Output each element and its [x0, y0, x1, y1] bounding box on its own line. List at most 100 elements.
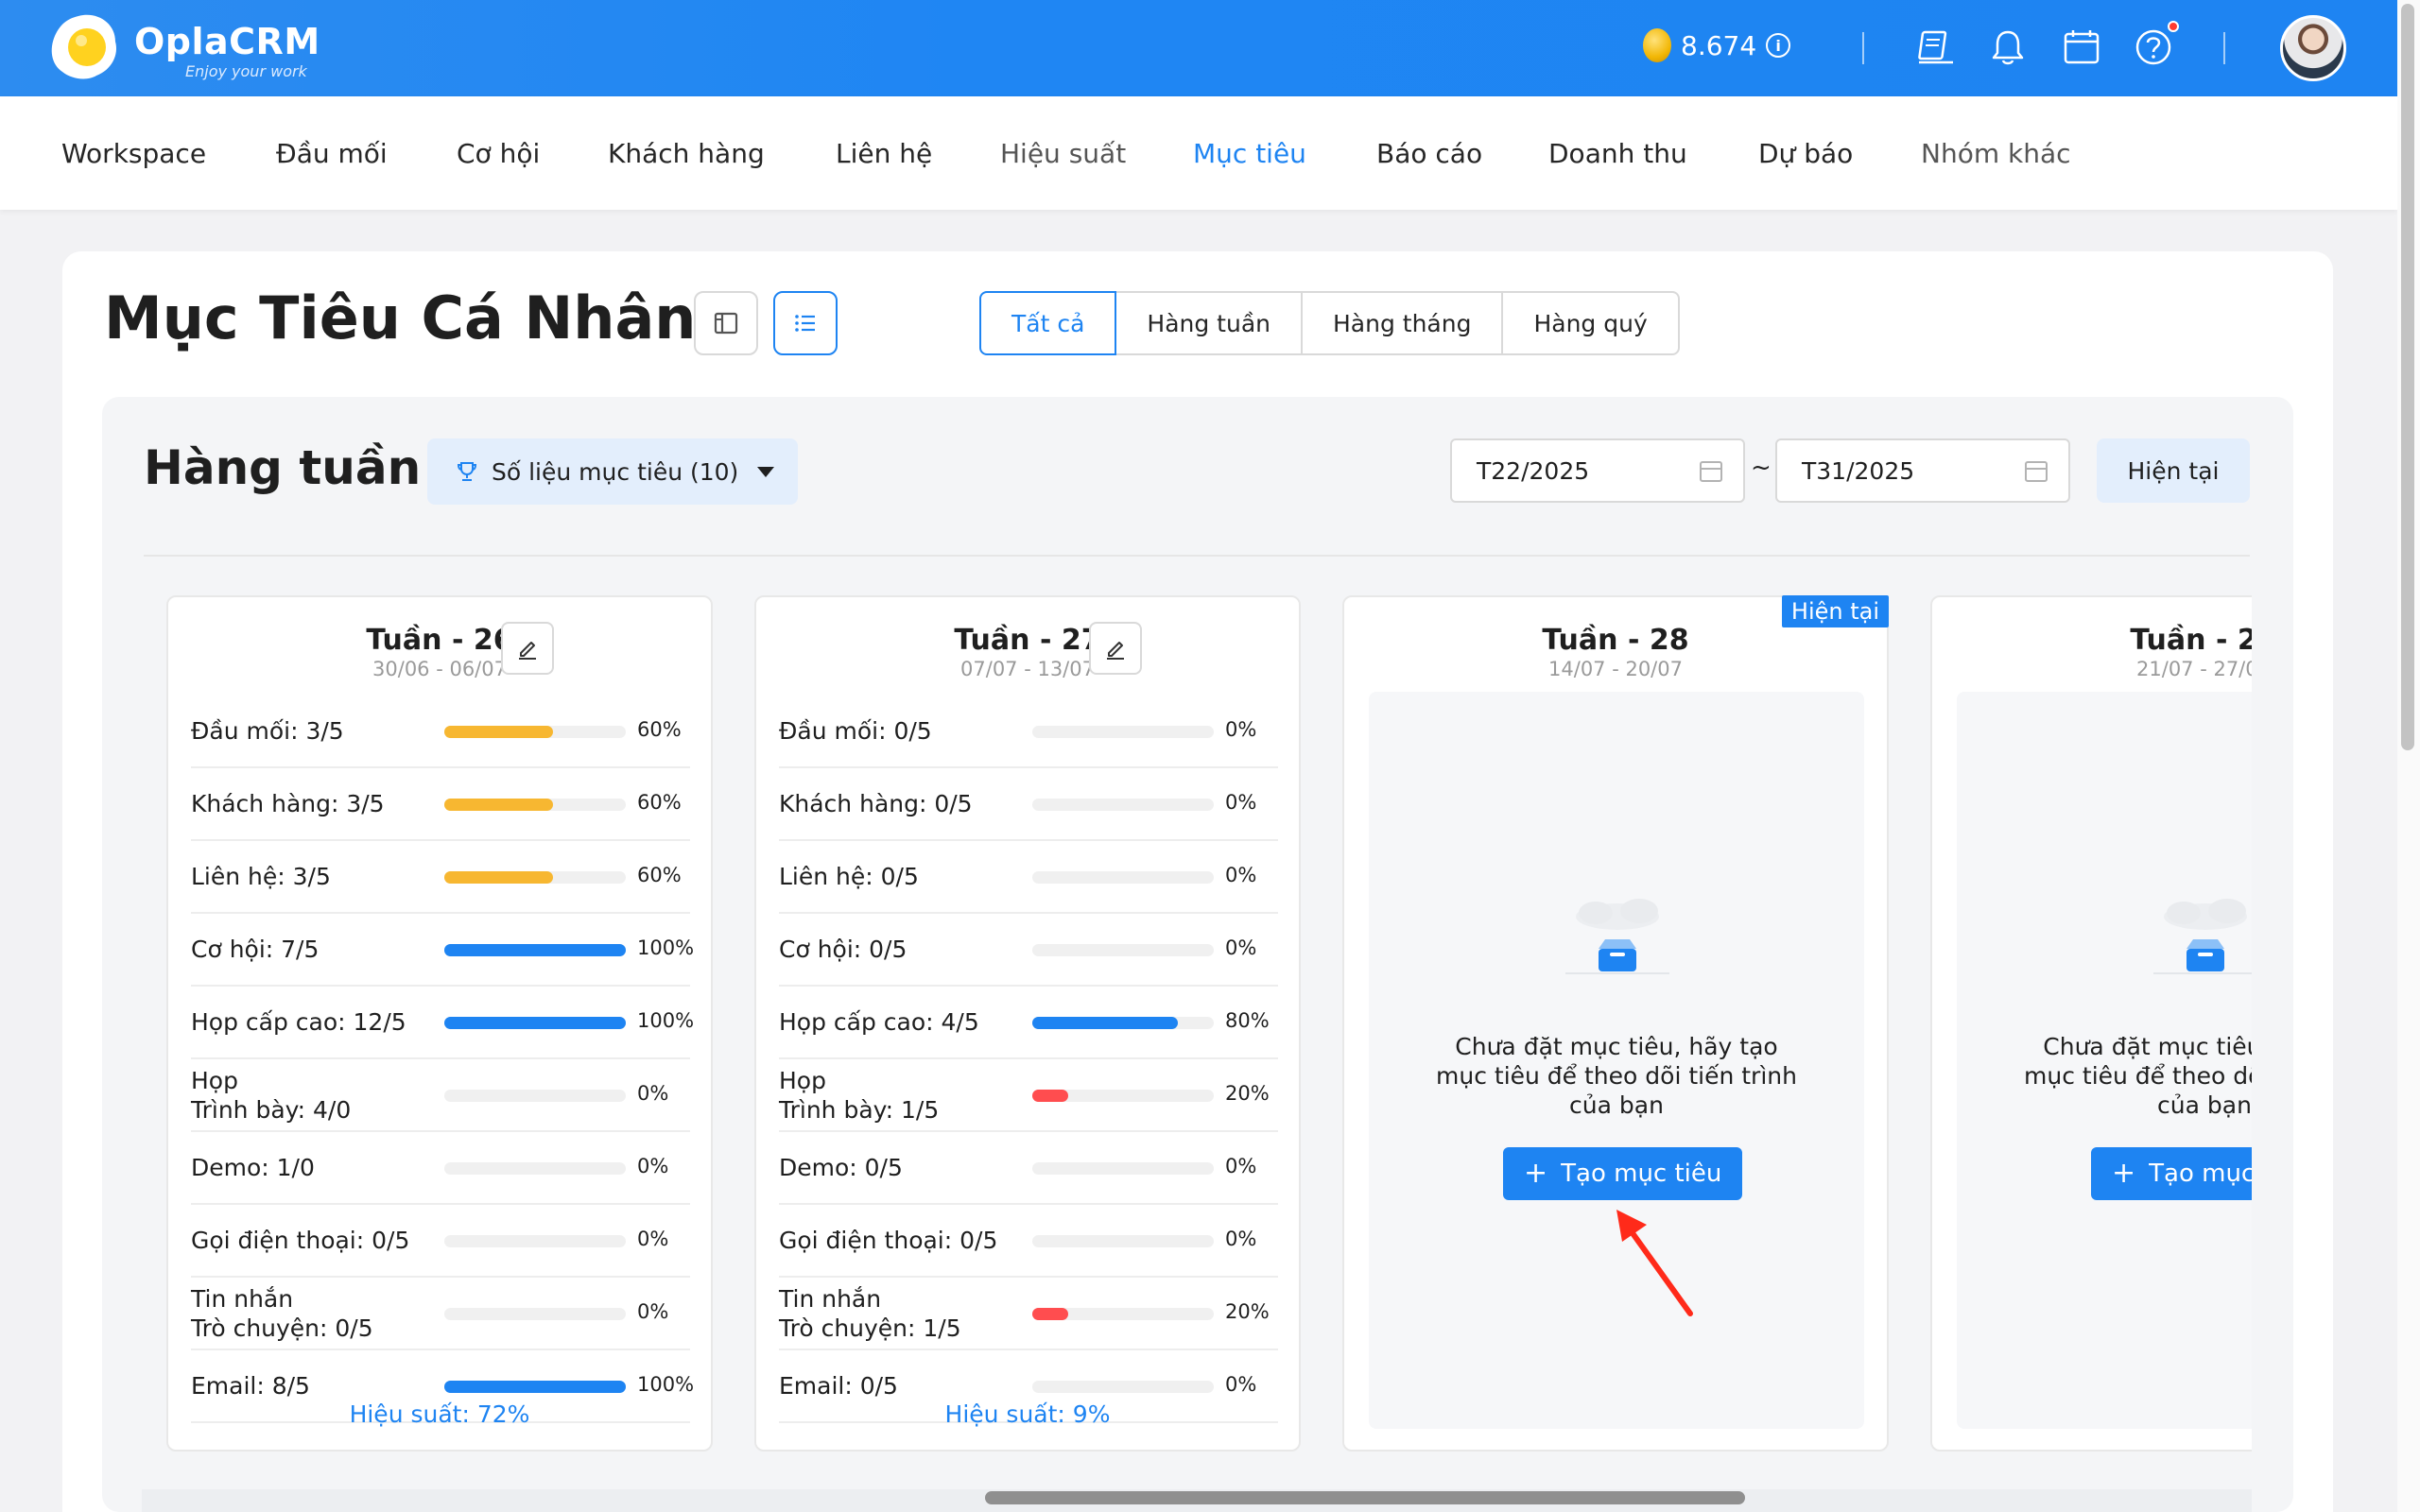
nav-nhom-khac[interactable]: Nhóm khác: [1921, 138, 2071, 169]
brand-name: OplaCRM: [134, 21, 320, 62]
progress-bar: [444, 1235, 626, 1247]
goal-label: Đầu mối: 3/5: [191, 717, 344, 745]
goal-percent: 0%: [637, 1082, 669, 1105]
tab-hang-quy[interactable]: Hàng quý: [1501, 291, 1680, 355]
goal-list: Đầu mối: 3/5 60% Khách hàng: 3/5 60% Liên hệ…: [191, 696, 694, 1423]
calendar-icon[interactable]: [2061, 26, 2102, 68]
progress-fill: [444, 1381, 626, 1393]
tab-tat-ca[interactable]: Tất cả: [979, 291, 1117, 355]
goal-percent: 0%: [1225, 936, 1257, 959]
create-goal-label: Tạo mục tiêu: [1561, 1160, 1722, 1188]
calendar-icon: [1700, 461, 1722, 482]
week-card-empty: Hiện tại Tuần - 28 14/07 - 20/07 Chưa đặ…: [1342, 595, 1889, 1452]
goal-label: Họp Trình bày: 1/5: [779, 1066, 940, 1124]
nav-hieu-suat[interactable]: Hiệu suất: [1000, 138, 1126, 169]
opla-logo-icon[interactable]: [45, 9, 121, 85]
goal-row: Họp cấp cao: 12/5 100%: [191, 987, 694, 1059]
coin-amount: 8.674: [1681, 29, 1757, 61]
create-goal-button[interactable]: + Tạo mục tiêu: [1503, 1147, 1743, 1200]
goal-row: Tin nhắn Trò chuyện: 0/5 0%: [191, 1278, 690, 1350]
goal-percent: 0%: [1225, 791, 1257, 814]
week-range: 07/07 - 13/07: [960, 658, 1095, 680]
week-cards-scroller[interactable]: Tuần - 26 30/06 - 06/07 Đầu mối: 3/5 60% K…: [142, 567, 2252, 1474]
week-card: Tuần - 26 30/06 - 06/07 Đầu mối: 3/5 60% K…: [166, 595, 713, 1452]
progress-fill: [444, 726, 554, 738]
edit-button[interactable]: [1089, 622, 1142, 675]
progress-bar: [444, 1381, 626, 1393]
progress-bar: [444, 871, 626, 884]
user-avatar[interactable]: [2280, 15, 2346, 81]
week-card-empty: Tuần - 29 21/07 - 27/07 Chưa đặt mục tiê…: [1930, 595, 2252, 1452]
date-to-input[interactable]: T31/2025: [1775, 438, 2070, 503]
goal-percent: 60%: [637, 791, 682, 814]
goal-label: Tin nhắn Trò chuyện: 0/5: [191, 1284, 373, 1342]
goal-row: Gọi điện thoại: 0/5 0%: [191, 1205, 690, 1278]
header-divider: [2223, 32, 2225, 64]
section-title: Hàng tuần: [144, 440, 422, 495]
bell-icon[interactable]: [1987, 26, 2029, 68]
notification-dot: [2168, 21, 2179, 32]
progress-bar: [444, 1017, 626, 1029]
nav-khach-hang[interactable]: Khách hàng: [608, 138, 765, 169]
date-from-input[interactable]: T22/2025: [1450, 438, 1745, 503]
tab-hang-tuan[interactable]: Hàng tuần: [1115, 291, 1303, 355]
current-period-button[interactable]: Hiện tại: [2097, 438, 2250, 503]
performance-summary: Hiệu suất: 9%: [944, 1400, 1111, 1428]
goal-percent: 100%: [637, 936, 695, 959]
nav-du-bao[interactable]: Dự báo: [1758, 138, 1853, 169]
nav-muc-tieu[interactable]: Mục tiêu: [1193, 138, 1306, 169]
date-separator: ~: [1751, 454, 1772, 482]
goal-row: Demo: 1/0 0%: [191, 1132, 690, 1205]
goal-label: Gọi điện thoại: 0/5: [191, 1227, 410, 1254]
goal-percent: 0%: [1225, 1155, 1257, 1177]
nav-lien-he[interactable]: Liên hệ: [836, 138, 932, 169]
goal-row: Cơ hội: 0/5 0%: [779, 914, 1278, 987]
empty-state: Chưa đặt mục tiêu, hãy tạo mục tiêu để t…: [1369, 692, 1864, 1429]
progress-bar: [1032, 1162, 1214, 1175]
chevron-down-icon: [757, 466, 775, 477]
edit-button[interactable]: [501, 622, 554, 675]
header-divider: [1862, 32, 1864, 64]
create-goal-button[interactable]: + Tạo mục tiêu: [2091, 1147, 2252, 1200]
report-icon[interactable]: [1915, 26, 1957, 68]
week-range: 14/07 - 20/07: [1548, 658, 1683, 680]
nav-doanh-thu[interactable]: Doanh thu: [1548, 138, 1687, 169]
info-icon[interactable]: i: [1766, 33, 1791, 58]
progress-fill: [1032, 1308, 1069, 1320]
coin-icon: [1643, 28, 1671, 62]
coin-balance[interactable]: 8.674 i: [1643, 28, 1791, 62]
cards-scrollbar-thumb[interactable]: [985, 1491, 1745, 1504]
pencil-icon: [519, 642, 536, 660]
progress-bar: [444, 799, 626, 811]
goal-percent: 20%: [1225, 1300, 1270, 1323]
main-nav: Workspace Đầu mối Cơ hội Khách hàng Liên…: [0, 96, 2397, 210]
progress-fill: [444, 944, 626, 956]
board-view-button[interactable]: [694, 291, 758, 355]
date-from-value: T22/2025: [1477, 456, 1590, 485]
calendar-icon: [2025, 461, 2048, 482]
pencil-icon: [1107, 642, 1124, 660]
nav-bao-cao[interactable]: Báo cáo: [1376, 138, 1482, 169]
goal-row: Liên hệ: 3/5 60%: [191, 841, 690, 914]
progress-bar: [444, 1308, 626, 1320]
goal-label: Họp cấp cao: 4/5: [779, 1008, 979, 1036]
goal-percent: 0%: [637, 1300, 669, 1323]
goal-label: Khách hàng: 0/5: [779, 790, 973, 817]
top-header: OplaCRM Enjoy your work 8.674 i: [0, 0, 2397, 96]
empty-box-icon: [2153, 899, 2252, 974]
period-tabs: Tất cả Hàng tuần Hàng tháng Hàng quý: [979, 291, 1680, 355]
tab-hang-thang[interactable]: Hàng tháng: [1301, 291, 1504, 355]
nav-co-hoi[interactable]: Cơ hội: [457, 138, 540, 169]
nav-workspace[interactable]: Workspace: [61, 138, 206, 169]
goal-label: Họp Trình bày: 4/0: [191, 1066, 352, 1124]
goal-percent: 0%: [637, 1228, 669, 1250]
list-view-button[interactable]: [773, 291, 838, 355]
help-icon[interactable]: [2133, 26, 2174, 68]
progress-bar: [1032, 799, 1214, 811]
nav-dau-moi[interactable]: Đầu mối: [276, 138, 388, 169]
date-to-value: T31/2025: [1802, 456, 1915, 485]
metric-dropdown[interactable]: Số liệu mục tiêu (10): [427, 438, 798, 505]
goal-percent: 0%: [637, 1155, 669, 1177]
page-scrollbar-thumb[interactable]: [2401, 4, 2414, 750]
progress-fill: [444, 799, 554, 811]
